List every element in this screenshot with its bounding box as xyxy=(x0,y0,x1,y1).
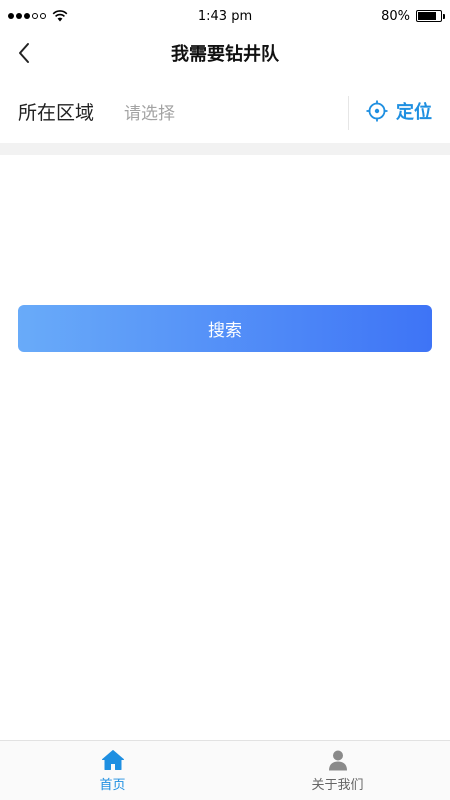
person-icon xyxy=(328,750,347,771)
status-bar: 1:43 pm 80% xyxy=(0,0,450,32)
signal-strength-icon xyxy=(8,13,46,19)
region-label: 所在区域 xyxy=(18,101,95,124)
status-right: 80% xyxy=(381,8,445,24)
region-divider xyxy=(348,96,349,130)
status-left xyxy=(8,10,68,22)
search-button[interactable]: 搜索 xyxy=(18,305,432,352)
wifi-icon xyxy=(52,10,68,22)
battery-fill xyxy=(418,12,436,20)
home-icon xyxy=(101,750,124,770)
page-title: 我需要钻井队 xyxy=(171,44,279,65)
region-select[interactable]: 请选择 xyxy=(124,99,175,124)
tab-about-label: 关于我们 xyxy=(311,778,364,793)
back-button[interactable] xyxy=(10,38,38,68)
tab-about[interactable]: 关于我们 xyxy=(225,741,450,800)
region-row: 所在区域 请选择 定位 xyxy=(0,80,450,142)
battery-icon xyxy=(416,10,445,22)
chevron-left-icon xyxy=(19,43,29,63)
nav-bar: 我需要钻井队 xyxy=(0,32,450,74)
tab-home[interactable]: 首页 xyxy=(0,741,225,800)
tab-bar: 首页 关于我们 xyxy=(0,740,450,800)
tab-home-label: 首页 xyxy=(99,778,126,793)
section-divider xyxy=(0,143,450,155)
battery-percent: 80% xyxy=(381,8,410,24)
crosshair-icon xyxy=(366,100,388,122)
locate-label: 定位 xyxy=(396,102,432,123)
locate-button[interactable]: 定位 xyxy=(366,94,432,128)
